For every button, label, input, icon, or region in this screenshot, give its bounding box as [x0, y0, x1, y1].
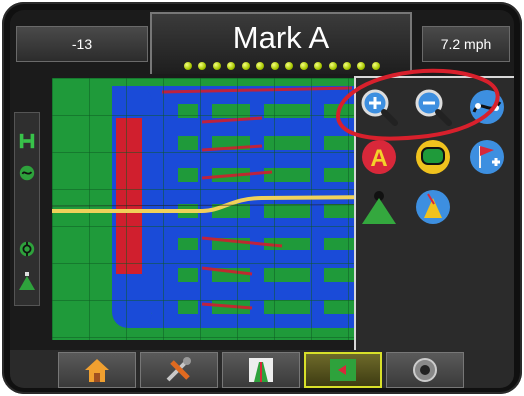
camera-icon — [413, 358, 437, 382]
home-icon — [85, 359, 109, 382]
guidance-icon — [249, 358, 273, 382]
lightbar-led — [198, 62, 207, 70]
lightbar-led — [256, 62, 265, 70]
display-bezel: -13 Mark A 7.2 mph A — [2, 2, 522, 394]
tab-camera[interactable] — [386, 352, 464, 388]
cross-track-value: -13 — [71, 36, 93, 52]
tab-guidance[interactable] — [222, 352, 300, 388]
lightbar-led — [241, 62, 250, 70]
tab-map[interactable] — [304, 352, 382, 388]
map-icon — [330, 359, 356, 381]
cross-track-value-box[interactable]: -13 — [16, 26, 148, 62]
map-tools-panel: A — [335, 68, 514, 354]
status-strip — [14, 112, 40, 306]
lightbar-led — [184, 62, 192, 70]
tab-home[interactable] — [58, 352, 136, 388]
tab-settings[interactable] — [140, 352, 218, 388]
lightbar-led — [314, 62, 323, 70]
gps-status-icon[interactable] — [17, 239, 37, 259]
screen: -13 Mark A 7.2 mph A — [10, 10, 514, 388]
tools-icon — [166, 357, 191, 382]
highlight-annotation — [335, 68, 500, 141]
lightbar-led — [299, 62, 308, 70]
lightbar-led — [285, 62, 294, 70]
perspective-view-icon[interactable] — [360, 188, 398, 226]
boom-section-icon[interactable] — [17, 131, 37, 151]
lightbar-led — [212, 62, 221, 70]
speed-value: 7.2 mph — [440, 36, 492, 52]
page-title: Mark A — [232, 20, 330, 55]
lightbar-led — [270, 62, 279, 70]
compass-icon[interactable] — [414, 188, 452, 226]
speed-box[interactable]: 7.2 mph — [422, 26, 510, 62]
steering-icon[interactable] — [17, 163, 37, 183]
nozzle-icon[interactable] — [17, 271, 37, 291]
lightbar-led — [227, 62, 236, 70]
bottom-tab-bar — [10, 350, 514, 388]
